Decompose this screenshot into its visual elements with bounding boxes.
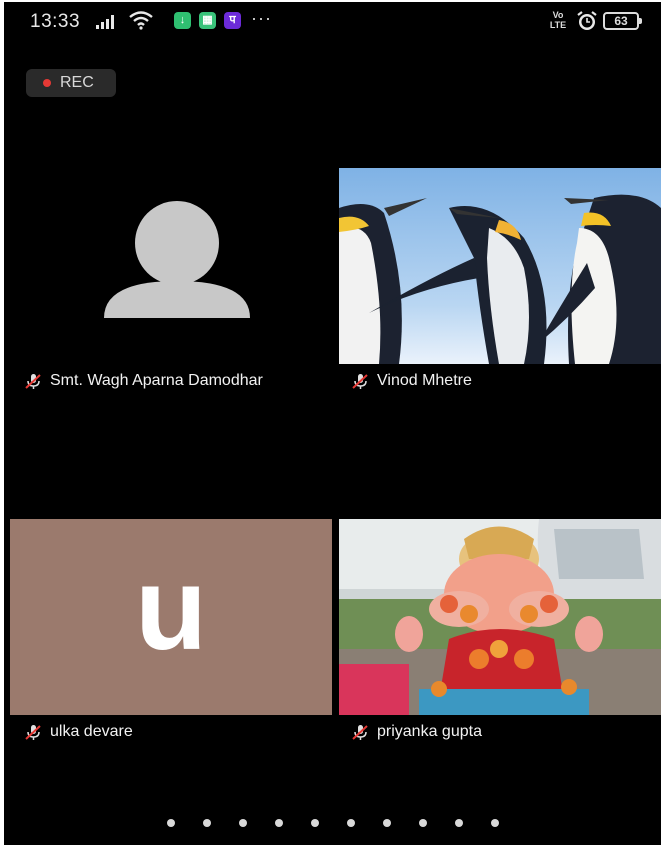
page-dot[interactable] bbox=[418, 819, 427, 827]
page-dot[interactable] bbox=[238, 819, 247, 827]
participant-name: ulka devare bbox=[24, 722, 133, 742]
participant-tile[interactable] bbox=[339, 519, 661, 715]
participant-tile[interactable]: u bbox=[10, 519, 332, 715]
participant-name-text: Vinod Mhetre bbox=[377, 372, 472, 389]
phonepe-icon: प bbox=[224, 12, 241, 29]
mic-muted-icon bbox=[25, 725, 41, 740]
default-avatar-icon bbox=[104, 201, 250, 318]
mic-muted-icon bbox=[352, 725, 368, 740]
mic-muted-icon bbox=[352, 374, 368, 389]
page-dot[interactable] bbox=[202, 819, 211, 827]
page-dot[interactable] bbox=[310, 819, 319, 827]
participant-name: priyanka gupta bbox=[351, 722, 482, 742]
recording-badge[interactable]: REC bbox=[26, 69, 116, 97]
participant-name-text: Smt. Wagh Aparna Damodhar bbox=[50, 372, 263, 389]
recording-label: REC bbox=[60, 74, 94, 91]
participant-tile[interactable] bbox=[339, 168, 661, 364]
wifi-icon bbox=[129, 11, 153, 30]
app-icon: ▦ bbox=[199, 12, 216, 29]
initial-avatar: u bbox=[134, 543, 208, 675]
participant-name-text: priyanka gupta bbox=[377, 723, 482, 740]
page-indicator[interactable] bbox=[4, 814, 661, 827]
download-app-icon: ↓ bbox=[174, 12, 191, 29]
page-dot[interactable] bbox=[454, 819, 463, 827]
ganesha-idol-photo bbox=[339, 519, 661, 715]
more-notifications-icon: ··· bbox=[251, 8, 272, 28]
mic-muted-icon bbox=[25, 374, 41, 389]
participant-name: Vinod Mhetre bbox=[351, 371, 472, 391]
page-dot[interactable] bbox=[382, 819, 391, 827]
participant-tile[interactable] bbox=[10, 168, 332, 364]
participant-name-text: ulka devare bbox=[50, 723, 133, 740]
participant-name: Smt. Wagh Aparna Damodhar bbox=[24, 371, 263, 391]
status-time: 13:33 bbox=[30, 11, 81, 32]
volte-indicator: Vo LTE bbox=[549, 10, 567, 30]
recording-dot-icon bbox=[43, 79, 51, 87]
page-dot[interactable] bbox=[274, 819, 283, 827]
status-bar: 13:33 ↓ ▦ प ··· Vo LTE 63 bbox=[4, 2, 661, 42]
signal-icon bbox=[96, 15, 114, 29]
battery-icon: 63 bbox=[603, 12, 642, 30]
page-dot[interactable] bbox=[490, 819, 499, 827]
penguins-photo bbox=[339, 168, 661, 364]
page-dot[interactable] bbox=[346, 819, 355, 827]
page-dot[interactable] bbox=[166, 819, 175, 827]
meeting-screen: 13:33 ↓ ▦ प ··· Vo LTE 63 REC Smt. Wagh … bbox=[4, 2, 661, 845]
alarm-icon bbox=[577, 11, 597, 30]
